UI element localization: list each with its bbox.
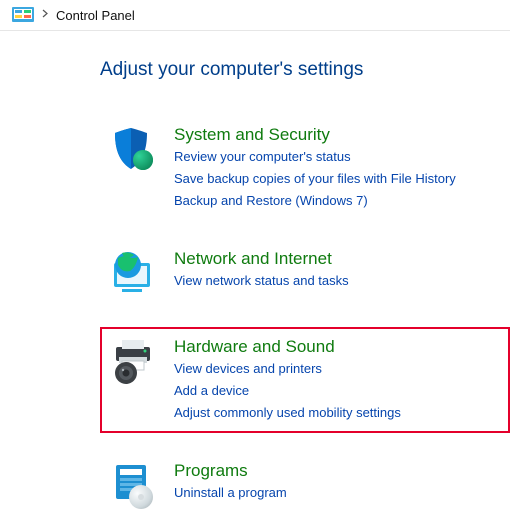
shield-icon [108, 123, 160, 175]
category-sublink[interactable]: View network status and tasks [174, 272, 349, 291]
category-title-link[interactable]: System and Security [174, 125, 456, 145]
category-sublink[interactable]: Adjust commonly used mobility settings [174, 404, 401, 423]
chevron-right-icon [42, 9, 48, 21]
category-list: System and Security Review your computer… [100, 115, 510, 521]
category-sublink[interactable]: Uninstall a program [174, 484, 287, 503]
category-body: System and Security Review your computer… [174, 123, 456, 211]
category-title-link[interactable]: Programs [174, 461, 287, 481]
category-system-security: System and Security Review your computer… [100, 115, 510, 221]
category-sublink[interactable]: Add a device [174, 382, 401, 401]
category-title-link[interactable]: Hardware and Sound [174, 337, 401, 357]
breadcrumb-location[interactable]: Control Panel [56, 8, 135, 23]
category-body: Programs Uninstall a program [174, 459, 287, 503]
category-sublink[interactable]: Backup and Restore (Windows 7) [174, 192, 456, 211]
category-network-internet: Network and Internet View network status… [100, 239, 510, 309]
page-title: Adjust your computer's settings [100, 59, 510, 81]
category-sublink[interactable]: Review your computer's status [174, 148, 456, 167]
category-sublink[interactable]: Save backup copies of your files with Fi… [174, 170, 456, 189]
category-sublink[interactable]: View devices and printers [174, 360, 401, 379]
category-hardware-sound: Hardware and Sound View devices and prin… [100, 327, 510, 433]
printer-icon [108, 335, 160, 387]
category-body: Network and Internet View network status… [174, 247, 349, 291]
programs-icon [108, 459, 160, 511]
category-body: Hardware and Sound View devices and prin… [174, 335, 401, 423]
breadcrumb-bar: Control Panel [0, 0, 510, 31]
category-programs: Programs Uninstall a program [100, 451, 510, 521]
globe-icon [108, 247, 160, 299]
content-area: Adjust your computer's settings System a… [0, 31, 510, 521]
control-panel-icon [12, 7, 34, 23]
category-title-link[interactable]: Network and Internet [174, 249, 349, 269]
